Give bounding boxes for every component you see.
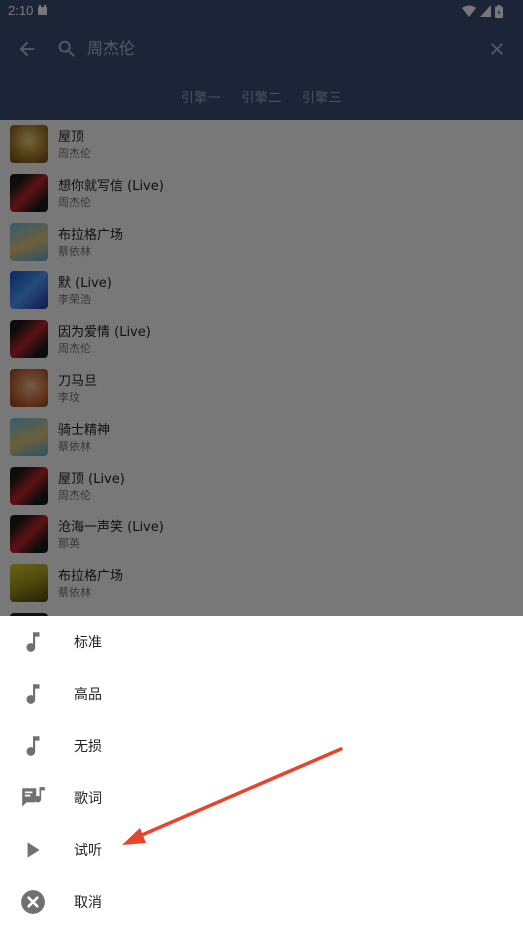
- song-item[interactable]: 想你就写信 (Live) 周杰伦: [0, 169, 523, 218]
- option-label: 标准: [74, 635, 102, 651]
- song-item[interactable]: [0, 608, 523, 616]
- engine-tabs: 引擎一 引擎二 引擎三: [0, 88, 523, 110]
- system-icons: [462, 4, 503, 18]
- option-cancel[interactable]: 取消: [0, 876, 523, 928]
- battery-icon: [495, 4, 503, 18]
- song-item[interactable]: 骑士精神 蔡依林: [0, 413, 523, 462]
- music-note-icon: [26, 684, 40, 704]
- song-title: 屋顶: [58, 130, 85, 145]
- clear-search-icon[interactable]: [487, 39, 507, 59]
- song-item[interactable]: 屋顶 周杰伦: [0, 120, 523, 169]
- album-cover: [10, 466, 48, 505]
- song-title: 想你就写信 (Live): [58, 178, 164, 194]
- search-icon: [58, 40, 75, 57]
- song-artist: 周杰伦: [58, 147, 91, 160]
- option-label: 无损: [74, 739, 102, 755]
- song-title: 布拉格广场: [58, 569, 124, 585]
- tab-engine-1[interactable]: 引擎一: [181, 88, 222, 110]
- song-item[interactable]: 因为爱情 (Live) 周杰伦: [0, 315, 523, 364]
- song-artist: 蔡依林: [58, 439, 91, 453]
- music-note-icon: [26, 736, 40, 756]
- app-bar: 周杰伦 引擎一 引擎二 引擎三: [0, 24, 523, 120]
- song-title: 默 (Live): [58, 276, 112, 292]
- song-title: 骑士精神: [58, 422, 111, 438]
- option-lossless[interactable]: 无损: [0, 720, 523, 772]
- song-item[interactable]: 布拉格广场 蔡依林: [0, 218, 523, 267]
- wifi-icon: [462, 5, 476, 17]
- option-label: 取消: [74, 895, 102, 911]
- song-artist: 蔡依林: [58, 244, 91, 258]
- music-note-icon: [26, 632, 40, 652]
- status-time: 2:10: [8, 3, 34, 18]
- album-cover: [10, 564, 48, 603]
- bottom-sheet: 标准 高品 无损 歌词 试听 取消: [0, 616, 523, 930]
- close-circle-icon: [21, 890, 45, 914]
- song-item[interactable]: 沧海一声笑 (Live) 那英: [0, 510, 523, 559]
- option-lyrics[interactable]: 歌词: [0, 772, 523, 824]
- album-cover: [10, 222, 48, 261]
- search-input[interactable]: 周杰伦: [87, 38, 135, 60]
- play-icon: [27, 842, 40, 858]
- song-item[interactable]: 刀马旦 李玟: [0, 364, 523, 413]
- option-high-quality[interactable]: 高品: [0, 668, 523, 720]
- song-artist: 周杰伦: [58, 342, 91, 356]
- album-cover: [10, 515, 48, 554]
- song-title: 布拉格广场: [58, 227, 124, 243]
- option-preview[interactable]: 试听: [0, 824, 523, 876]
- song-artist: 周杰伦: [58, 488, 91, 502]
- status-bar: 2:10: [0, 0, 523, 24]
- song-artist: 蔡依林: [58, 586, 91, 600]
- tab-engine-2[interactable]: 引擎二: [241, 88, 282, 110]
- option-label: 歌词: [74, 791, 102, 807]
- song-artist: 那英: [58, 537, 80, 551]
- album-cover: [10, 125, 48, 163]
- option-standard[interactable]: 标准: [0, 616, 523, 668]
- lyrics-icon: [22, 787, 45, 807]
- album-cover: [10, 271, 48, 310]
- song-item[interactable]: 屋顶 (Live) 周杰伦: [0, 462, 523, 511]
- song-title: 因为爱情 (Live): [58, 325, 151, 341]
- song-artist: 李玟: [58, 390, 80, 404]
- android-notification-icon: [38, 5, 47, 15]
- song-artist: 周杰伦: [58, 195, 91, 209]
- option-label: 试听: [74, 843, 102, 859]
- album-cover: [10, 417, 48, 456]
- song-title: 沧海一声笑 (Live): [58, 520, 164, 536]
- song-list: 屋顶 周杰伦 想你就写信 (Live) 周杰伦 布拉格广场 蔡依林 默 (Liv…: [0, 120, 523, 616]
- back-arrow-icon[interactable]: [16, 38, 38, 60]
- signal-icon: [480, 5, 491, 17]
- song-item[interactable]: 默 (Live) 李荣浩: [0, 266, 523, 315]
- song-artist: 李荣浩: [58, 293, 91, 307]
- album-cover: [10, 173, 48, 212]
- option-label: 高品: [74, 687, 102, 703]
- album-cover: [10, 368, 48, 407]
- tab-engine-3[interactable]: 引擎三: [302, 88, 343, 110]
- song-title: 屋顶 (Live): [58, 471, 125, 487]
- album-cover: [10, 320, 48, 359]
- song-item[interactable]: 布拉格广场 蔡依林: [0, 559, 523, 608]
- song-title: 刀马旦: [58, 373, 98, 389]
